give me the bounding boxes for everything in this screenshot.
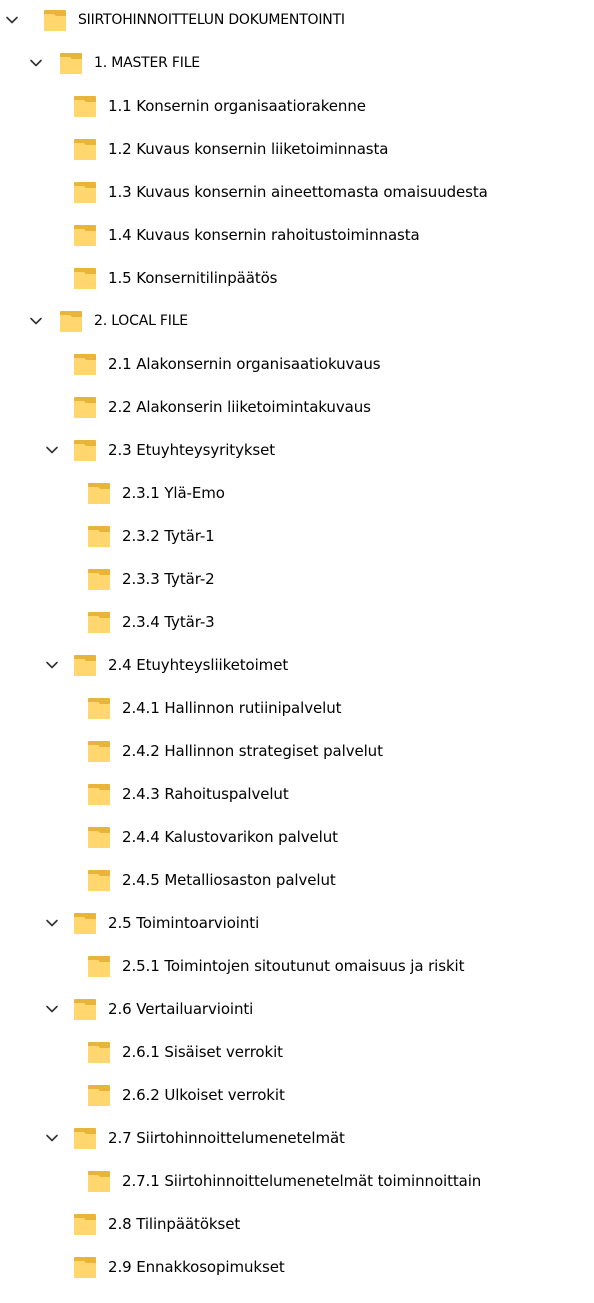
tree-item-label: 1.4 Kuvaus konsernin rahoitustoiminnasta [108, 226, 420, 244]
tree-item-label: 2.8 Tilinpäätökset [108, 1215, 241, 1233]
folder-icon [86, 609, 112, 635]
folder-icon [86, 1039, 112, 1065]
tree-item[interactable]: 2.4.2 Hallinnon strategiset palvelut [0, 734, 594, 768]
tree-item-label: 2.6.2 Ulkoiset verrokit [122, 1086, 285, 1104]
tree-item[interactable]: 2.6.1 Sisäiset verrokit [0, 1035, 594, 1069]
tree-item-label: 2.5.1 Toimintojen sitoutunut omaisuus ja… [122, 957, 465, 975]
tree-item[interactable]: 2. LOCAL FILE [0, 304, 594, 338]
tree-item[interactable]: 1.2 Kuvaus konsernin liiketoiminnasta [0, 132, 594, 166]
tree-item[interactable]: 1.1 Konsernin organisaatiorakenne [0, 89, 594, 123]
tree-item-label: 2.7 Siirtohinnoittelumenetelmät [108, 1129, 345, 1147]
chevron-down-icon[interactable] [44, 1130, 60, 1146]
chevron-down-icon[interactable] [28, 313, 44, 329]
tree-item-label: 2.5 Toimintoarviointi [108, 914, 260, 932]
tree-item[interactable]: 2.5 Toimintoarviointi [0, 906, 594, 940]
folder-icon [86, 480, 112, 506]
folder-icon [72, 93, 98, 119]
tree-item[interactable]: 1.3 Kuvaus konsernin aineettomasta omais… [0, 175, 594, 209]
tree-item-label: 2.4 Etuyhteysliiketoimet [108, 656, 289, 674]
folder-icon [72, 136, 98, 162]
chevron-down-icon[interactable] [44, 915, 60, 931]
tree-item-label: 1. MASTER FILE [94, 55, 200, 71]
folder-icon [86, 523, 112, 549]
tree-item[interactable]: 2.3 Etuyhteysyritykset [0, 433, 594, 467]
tree-item[interactable]: 2.2 Alakonserin liiketoimintakuvaus [0, 390, 594, 424]
folder-icon [86, 867, 112, 893]
folder-icon [86, 824, 112, 850]
chevron-down-icon[interactable] [28, 55, 44, 71]
tree-item[interactable]: 2.3.1 Ylä-Emo [0, 476, 594, 510]
tree-item-label: 2.4.1 Hallinnon rutiinipalvelut [122, 699, 342, 717]
folder-icon [86, 695, 112, 721]
tree-item[interactable]: 2.7.1 Siirtohinnoittelumenetelmät toimin… [0, 1164, 594, 1198]
folder-icon [72, 351, 98, 377]
tree-item-label: 2.6.1 Sisäiset verrokit [122, 1043, 283, 1061]
folder-icon [72, 910, 98, 936]
folder-icon [86, 566, 112, 592]
folder-icon [72, 179, 98, 205]
tree-item-label: 2.4.3 Rahoituspalvelut [122, 785, 289, 803]
folder-icon [58, 50, 84, 76]
tree-item-label: 2.3.4 Tytär-3 [122, 613, 215, 631]
tree-item[interactable]: 2.3.4 Tytär-3 [0, 605, 594, 639]
tree-item-label: 1.2 Kuvaus konsernin liiketoiminnasta [108, 140, 389, 158]
tree-item-label: SIIRTOHINNOITTELUN DOKUMENTOINTI [78, 12, 345, 28]
tree-item[interactable]: 2.6 Vertailuarviointi [0, 992, 594, 1026]
tree-item-label: 2.3 Etuyhteysyritykset [108, 441, 276, 459]
tree-item[interactable]: 2.9 Ennakkosopimukset [0, 1250, 594, 1284]
folder-icon [42, 7, 68, 33]
chevron-down-icon[interactable] [44, 1001, 60, 1017]
tree-item-label: 2.3.2 Tytär-1 [122, 527, 215, 545]
tree-item[interactable]: 2.4.3 Rahoituspalvelut [0, 777, 594, 811]
tree-item-label: 2. LOCAL FILE [94, 313, 188, 329]
tree-item[interactable]: 2.8 Tilinpäätökset [0, 1207, 594, 1241]
folder-icon [86, 781, 112, 807]
tree-item[interactable]: 2.1 Alakonsernin organisaatiokuvaus [0, 347, 594, 381]
tree-item[interactable]: SIIRTOHINNOITTELUN DOKUMENTOINTI [0, 3, 594, 37]
folder-icon [72, 1211, 98, 1237]
tree-item-label: 2.1 Alakonsernin organisaatiokuvaus [108, 355, 381, 373]
folder-icon [72, 265, 98, 291]
tree-item[interactable]: 1.5 Konsernitilinpäätös [0, 261, 594, 295]
folder-icon [72, 437, 98, 463]
folder-icon [86, 1082, 112, 1108]
tree-item-label: 1.1 Konsernin organisaatiorakenne [108, 97, 366, 115]
tree-item[interactable]: 2.4.1 Hallinnon rutiinipalvelut [0, 691, 594, 725]
chevron-down-icon[interactable] [4, 12, 20, 28]
tree-item-label: 2.9 Ennakkosopimukset [108, 1258, 285, 1276]
tree-item-label: 2.4.4 Kalustovarikon palvelut [122, 828, 338, 846]
folder-tree: SIIRTOHINNOITTELUN DOKUMENTOINTI 1. MASTE… [0, 0, 594, 1303]
chevron-down-icon[interactable] [44, 442, 60, 458]
tree-item-label: 2.7.1 Siirtohinnoittelumenetelmät toimin… [122, 1172, 482, 1190]
tree-item-label: 2.4.2 Hallinnon strategiset palvelut [122, 742, 383, 760]
tree-item[interactable]: 2.5.1 Toimintojen sitoutunut omaisuus ja… [0, 949, 594, 983]
folder-icon [86, 1168, 112, 1194]
tree-item[interactable]: 2.4.4 Kalustovarikon palvelut [0, 820, 594, 854]
tree-item-label: 2.3.3 Tytär-2 [122, 570, 215, 588]
folder-icon [72, 222, 98, 248]
tree-item[interactable]: 2.4.5 Metalliosaston palvelut [0, 863, 594, 897]
tree-item-label: 2.2 Alakonserin liiketoimintakuvaus [108, 398, 371, 416]
folder-icon [72, 394, 98, 420]
folder-icon [72, 652, 98, 678]
tree-item[interactable]: 2.6.2 Ulkoiset verrokit [0, 1078, 594, 1112]
folder-icon [72, 996, 98, 1022]
tree-item[interactable]: 2.3.3 Tytär-2 [0, 562, 594, 596]
tree-item-label: 1.3 Kuvaus konsernin aineettomasta omais… [108, 183, 488, 201]
tree-item[interactable]: 2.7 Siirtohinnoittelumenetelmät [0, 1121, 594, 1155]
tree-item-label: 2.3.1 Ylä-Emo [122, 484, 225, 502]
chevron-down-icon[interactable] [44, 657, 60, 673]
tree-item[interactable]: 2.4 Etuyhteysliiketoimet [0, 648, 594, 682]
folder-icon [58, 308, 84, 334]
tree-item-label: 2.6 Vertailuarviointi [108, 1000, 254, 1018]
folder-icon [72, 1254, 98, 1280]
folder-icon [72, 1125, 98, 1151]
tree-item-label: 1.5 Konsernitilinpäätös [108, 269, 278, 287]
folder-icon [86, 953, 112, 979]
folder-icon [86, 738, 112, 764]
tree-item-label: 2.4.5 Metalliosaston palvelut [122, 871, 336, 889]
tree-item[interactable]: 2.3.2 Tytär-1 [0, 519, 594, 553]
tree-item[interactable]: 1. MASTER FILE [0, 46, 594, 80]
tree-item[interactable]: 1.4 Kuvaus konsernin rahoitustoiminnasta [0, 218, 594, 252]
